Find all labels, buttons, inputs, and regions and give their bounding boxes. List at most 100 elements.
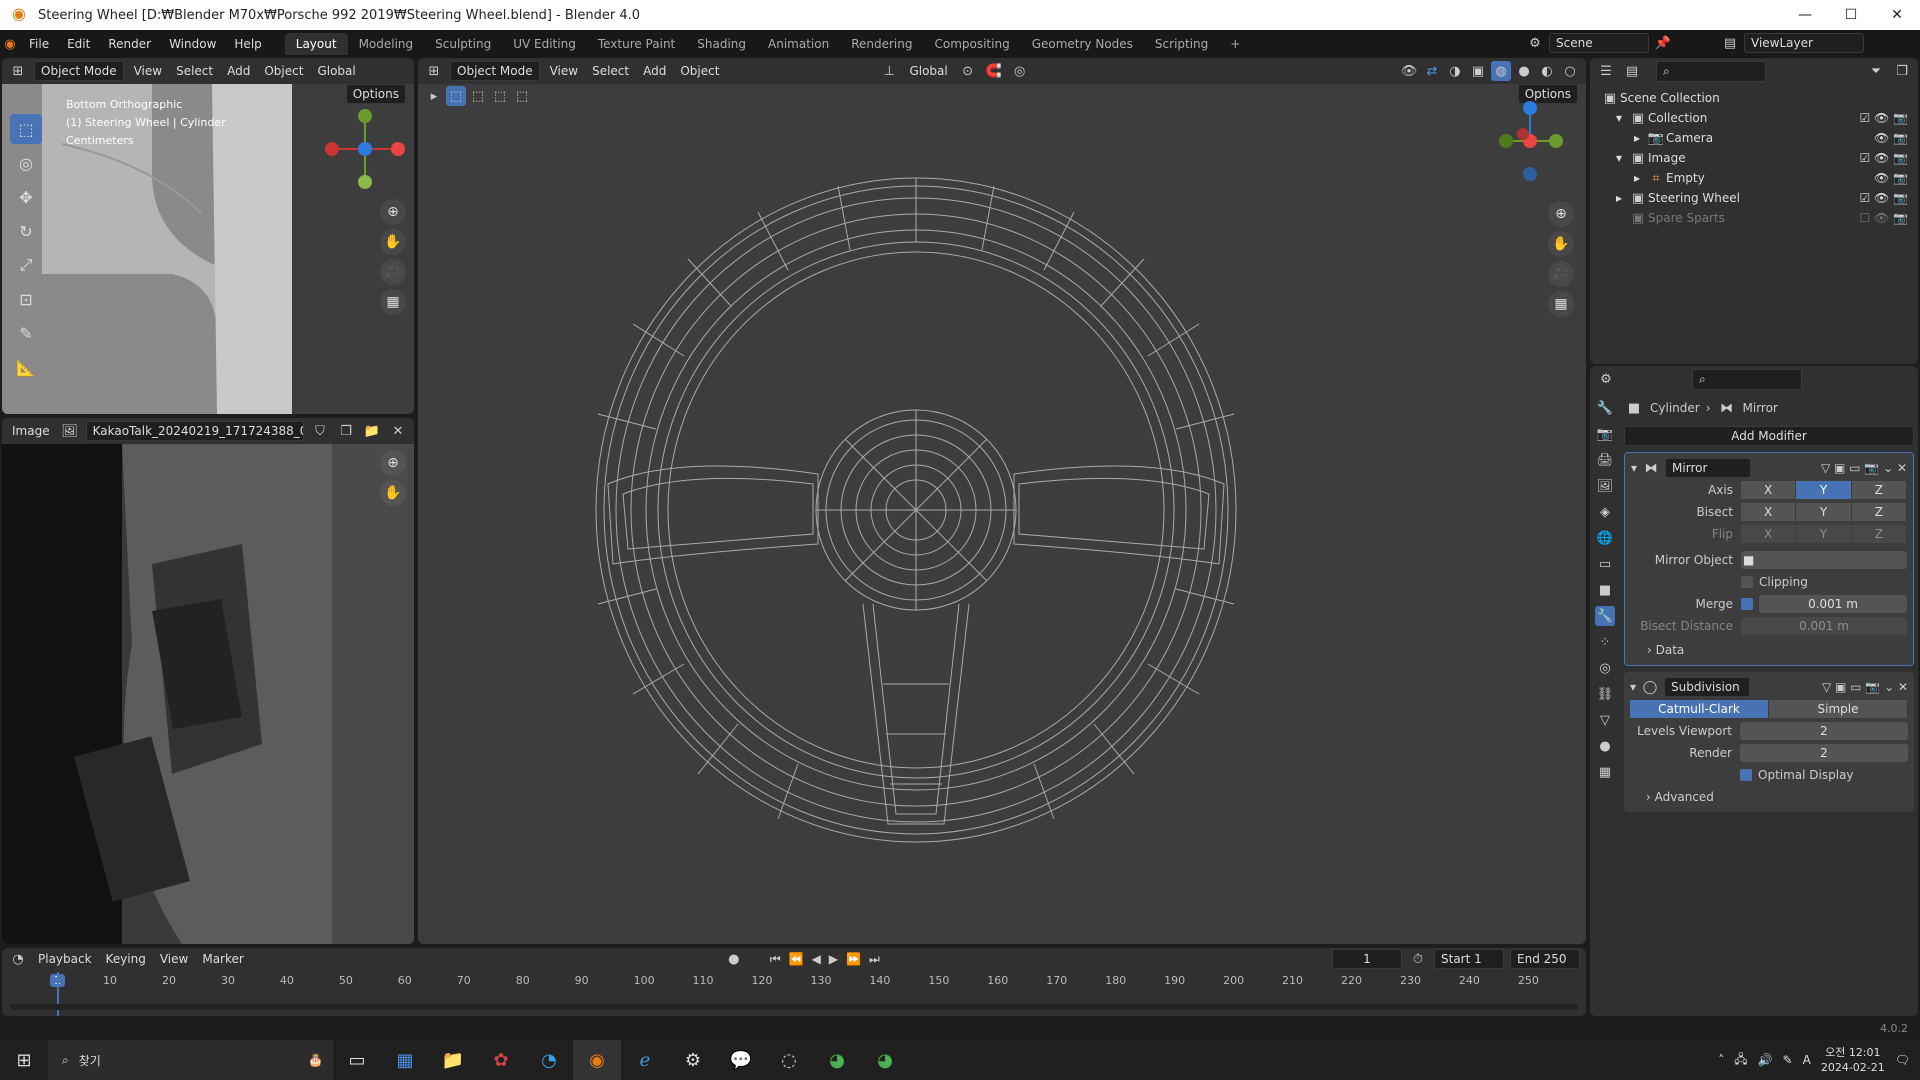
volume-icon[interactable]: 🔊	[1758, 1053, 1773, 1067]
bisect-z-toggle[interactable]: Z	[1851, 503, 1907, 521]
subdiv-collapse-chevron-icon[interactable]: ▾	[1630, 680, 1636, 694]
image-editor-type[interactable]: Image	[8, 424, 54, 438]
output-tab-icon[interactable]: 🖨	[1595, 450, 1615, 470]
menu-file[interactable]: File	[20, 37, 58, 51]
outliner-item-camera[interactable]: ▸ 📷 Camera 👁 📷	[1600, 128, 1908, 148]
levels-viewport-field[interactable]: 2	[1740, 722, 1908, 740]
main-axis-gizmo-icon[interactable]	[1488, 96, 1578, 186]
modifier-tab-icon[interactable]: 🔧	[1595, 606, 1615, 626]
internet-explorer-icon[interactable]: ℯ	[621, 1040, 669, 1080]
small-mode-dropdown[interactable]: Object Mode	[34, 61, 124, 81]
bisect-x-toggle[interactable]: X	[1741, 503, 1797, 521]
ime-indicator[interactable]: A	[1803, 1053, 1811, 1067]
taskbar-search-box[interactable]: ⌕ 찾기 🎂	[48, 1040, 333, 1080]
render-levels-field[interactable]: 2	[1740, 744, 1908, 762]
menu-window[interactable]: Window	[160, 37, 225, 51]
empty-visibility-icon[interactable]: 👁 📷	[1874, 171, 1908, 185]
editor-type-icon[interactable]: ⊞	[8, 61, 28, 81]
rotate-tool-icon[interactable]: ↻	[10, 216, 42, 246]
render-tab-icon[interactable]: 📷	[1595, 424, 1615, 444]
menu-edit[interactable]: Edit	[58, 37, 99, 51]
playback-menu[interactable]: Playback	[34, 952, 96, 966]
filter-icon[interactable]: ⏷	[1866, 61, 1886, 81]
wireframe-shading-icon[interactable]: ◍	[1491, 61, 1511, 81]
unlink-image-icon[interactable]: ✕	[388, 421, 408, 441]
outliner-item-empty[interactable]: ▸ ⌗ Empty 👁 📷	[1600, 168, 1908, 188]
xray-icon[interactable]: ▣	[1468, 61, 1488, 81]
timeline-scrollbar[interactable]	[10, 1004, 1578, 1010]
calculator-app-icon[interactable]: ▦	[381, 1040, 429, 1080]
mirror-toggles-icon[interactable]: ▽ ▣ ▭ 📷 ⌄ ✕	[1821, 461, 1907, 475]
flip-y-toggle[interactable]: Y	[1796, 525, 1852, 543]
clock[interactable]: 오전 12:01 2024-02-21	[1821, 1045, 1885, 1075]
image-browse-icon[interactable]: 🖼	[60, 421, 80, 441]
object-tab-icon[interactable]: ■	[1595, 580, 1615, 600]
select-box-tool-icon[interactable]: ⬚	[10, 114, 42, 144]
outliner[interactable]: ☰ ▤ ⌕ ⏷ ❐ ▣ Scene Collection ▾ ▣ Collecti…	[1590, 58, 1918, 364]
move-tool-icon[interactable]: ✥	[10, 182, 42, 212]
open-folder-icon[interactable]: 📁	[362, 421, 382, 441]
chrome-icon[interactable]: ◕	[813, 1040, 861, 1080]
scale-tool-icon[interactable]: ⤢	[10, 250, 42, 280]
mirror-object-field[interactable]: ■	[1741, 551, 1907, 569]
menu-help[interactable]: Help	[225, 37, 270, 51]
image-visibility-icon[interactable]: ☑ 👁 📷	[1859, 151, 1908, 165]
clock-icon[interactable]: ⏱	[1408, 949, 1428, 969]
small-3d-viewport[interactable]: ⊞ Object Mode View Select Add Object Glo…	[2, 58, 414, 414]
image-zoom-icon[interactable]: ⊕	[380, 450, 406, 476]
texture-tab-icon[interactable]: ▦	[1595, 762, 1615, 782]
small-menu-object[interactable]: Object	[260, 64, 307, 78]
end-frame-field[interactable]: End 250	[1510, 949, 1580, 969]
tab-scripting[interactable]: Scripting	[1144, 33, 1219, 55]
fake-user-shield-icon[interactable]: ⛉	[310, 421, 330, 441]
bisect-y-toggle[interactable]: Y	[1796, 503, 1852, 521]
view-layer-icon[interactable]: ▤	[1720, 33, 1740, 53]
main-menu-select[interactable]: Select	[588, 64, 633, 78]
keying-menu[interactable]: Keying	[102, 952, 150, 966]
timeline[interactable]: ◔ Playback Keying View Marker ● ⏮⏪◀▶⏩⏭ 1…	[2, 948, 1586, 1016]
small-menu-add[interactable]: Add	[223, 64, 254, 78]
main-perspective-icon[interactable]: ▦	[1548, 291, 1574, 317]
kakaotalk-icon[interactable]: 💬	[717, 1040, 765, 1080]
image-editor[interactable]: Image 🖼 KakaoTalk_20240219_171724388_01.…	[2, 418, 414, 944]
view-layer-tab-icon[interactable]: 🖼	[1595, 476, 1615, 496]
data-tab-icon[interactable]: ▽	[1595, 710, 1615, 730]
current-frame-field[interactable]: 1	[1332, 949, 1402, 969]
file-explorer-icon[interactable]: 📁	[429, 1040, 477, 1080]
flip-x-toggle[interactable]: X	[1741, 525, 1797, 543]
new-collection-icon[interactable]: ❐	[1892, 61, 1912, 81]
data-subpanel[interactable]: › Data	[1631, 643, 1684, 657]
physics-tab-icon[interactable]: ◎	[1595, 658, 1615, 678]
zoom-icon[interactable]: ⊕	[380, 199, 406, 225]
tab-texture-paint[interactable]: Texture Paint	[587, 33, 686, 55]
axis-x-toggle[interactable]: X	[1741, 481, 1797, 499]
add-modifier-button[interactable]: Add Modifier	[1624, 426, 1914, 446]
steering-visibility-icon[interactable]: ☑ 👁 📷	[1859, 191, 1908, 205]
image-filename-field[interactable]: KakaoTalk_20240219_171724388_01.jpg	[85, 421, 304, 441]
visibility-eye-icon[interactable]: ☑ 👁 📷	[1859, 111, 1908, 125]
chrome-2-icon[interactable]: ◕	[861, 1040, 909, 1080]
simple-toggle[interactable]: Simple	[1769, 700, 1908, 718]
new-image-icon[interactable]: ❐	[336, 421, 356, 441]
start-frame-field[interactable]: Start 1	[1434, 949, 1504, 969]
main-camera-view-icon[interactable]: 🎥	[1548, 261, 1574, 287]
main-editor-type-icon[interactable]: ⊞	[424, 61, 444, 81]
main-mode-dropdown[interactable]: Object Mode	[450, 61, 540, 81]
main-zoom-icon[interactable]: ⊕	[1548, 201, 1574, 227]
collapse-chevron-icon[interactable]: ▾	[1631, 461, 1637, 475]
tab-animation[interactable]: Animation	[757, 33, 840, 55]
subdiv-toggles-icon[interactable]: ▽ ▣ ▭ 📷 ⌄ ✕	[1822, 680, 1908, 694]
pen-icon[interactable]: ✎	[1783, 1053, 1793, 1067]
main-menu-view[interactable]: View	[546, 64, 582, 78]
overlay-icon[interactable]: ◑	[1445, 61, 1465, 81]
cursor-tool-icon[interactable]: ◎	[10, 148, 42, 178]
scene-selector[interactable]: Scene	[1549, 33, 1649, 53]
transform-tool-icon[interactable]: ⊡	[10, 284, 42, 314]
spare-visibility-icon[interactable]: ☐ 👁 📷	[1859, 211, 1908, 225]
view-layer-selector[interactable]: ViewLayer	[1744, 33, 1864, 53]
measure-tool-icon[interactable]: 📐	[10, 352, 42, 382]
app-swirl-icon[interactable]: ◌	[765, 1040, 813, 1080]
outliner-scene-collection[interactable]: ▣ Scene Collection	[1600, 88, 1908, 108]
tab-geometry-nodes[interactable]: Geometry Nodes	[1021, 33, 1144, 55]
constraints-tab-icon[interactable]: ⛓	[1595, 684, 1615, 704]
